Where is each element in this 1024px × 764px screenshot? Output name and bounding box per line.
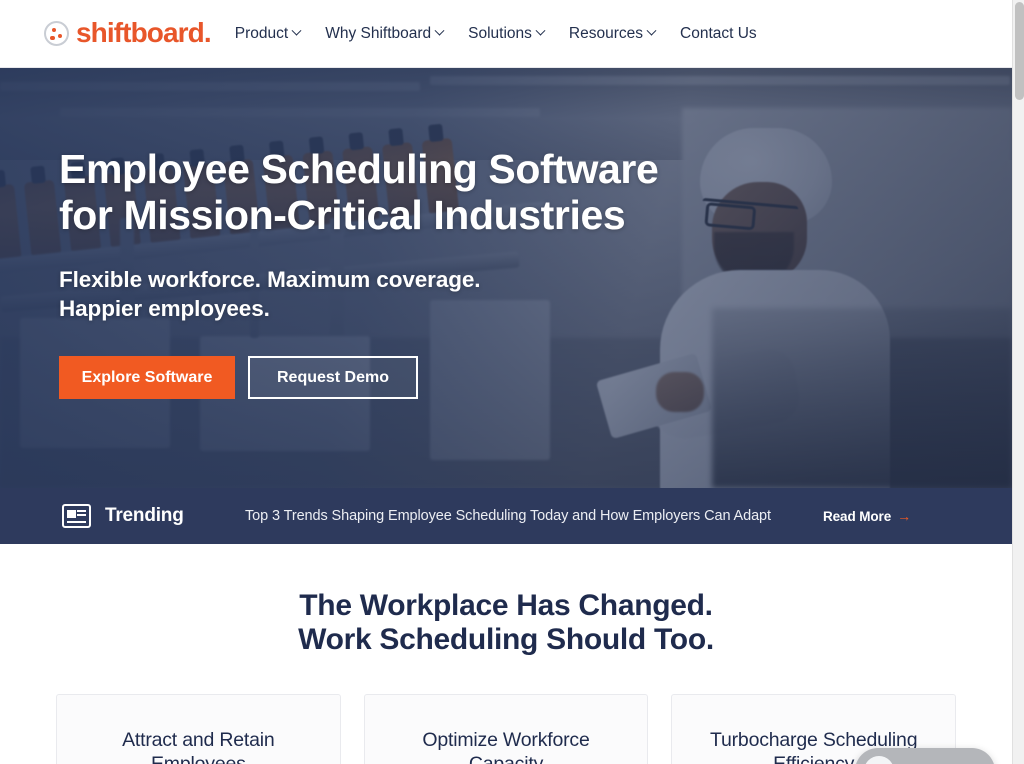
hero-cta-group: Explore Software Request Demo bbox=[59, 356, 679, 400]
scrollbar-thumb[interactable] bbox=[1014, 2, 1024, 100]
page-scrollbar[interactable] bbox=[1012, 0, 1024, 764]
workplace-changed-section: The Workplace Has Changed. Work Scheduli… bbox=[0, 544, 1012, 764]
hero-subtitle-line1: Flexible workforce. Maximum coverage. bbox=[59, 266, 481, 292]
trending-headline[interactable]: Top 3 Trends Shaping Employee Scheduling… bbox=[245, 508, 771, 524]
nav-item-why-shiftboard[interactable]: Why Shiftboard bbox=[325, 24, 445, 43]
trending-bar: Trending Top 3 Trends Shaping Employee S… bbox=[0, 488, 1012, 544]
hero-subtitle: Flexible workforce. Maximum coverage. Ha… bbox=[59, 265, 679, 324]
nav-label-contact-us: Contact Us bbox=[680, 24, 757, 42]
shiftboard-logo[interactable]: shiftboard. bbox=[44, 16, 212, 48]
hero-title: Employee Scheduling Software for Mission… bbox=[59, 146, 679, 239]
section-title-line2: Work Scheduling Should Too. bbox=[298, 622, 714, 656]
nav-item-resources[interactable]: Resources bbox=[568, 24, 657, 43]
benefit-card-optimize-capacity[interactable]: Optimize Workforce Capacity bbox=[363, 693, 649, 764]
chevron-down-icon bbox=[291, 25, 302, 36]
benefit-cards: Attract and Retain Employees Optimize Wo… bbox=[0, 693, 1012, 764]
benefit-card-attract-retain[interactable]: Attract and Retain Employees bbox=[56, 693, 341, 764]
shiftboard-dots-logo-icon bbox=[44, 21, 69, 46]
nav-label-why-shiftboard: Why Shiftboard bbox=[325, 24, 432, 42]
read-more-link[interactable]: Read More → bbox=[823, 509, 911, 524]
card-title: Attract and Retain Employees bbox=[57, 729, 340, 764]
nav-label-solutions: Solutions bbox=[468, 24, 532, 42]
chevron-down-icon bbox=[646, 25, 657, 36]
card-title-line2: Capacity bbox=[468, 752, 544, 764]
nav-item-product[interactable]: Product bbox=[234, 24, 302, 43]
logo-text: shiftboard. bbox=[76, 16, 212, 48]
main-nav: Product Why Shiftboard Solutions Resourc… bbox=[235, 25, 757, 43]
card-title: Optimize Workforce Capacity bbox=[365, 729, 648, 764]
trending-left-group: Trending bbox=[62, 504, 184, 528]
chat-widget[interactable] bbox=[855, 748, 995, 764]
nav-item-solutions[interactable]: Solutions bbox=[468, 24, 546, 43]
hero-subtitle-line2: Happier employees. bbox=[59, 296, 270, 322]
card-title-line1: Attract and Retain bbox=[122, 728, 275, 751]
request-demo-button[interactable]: Request Demo bbox=[248, 356, 418, 400]
hero-title-line1: Employee Scheduling Software bbox=[59, 146, 659, 192]
chevron-down-icon bbox=[434, 25, 445, 36]
trending-label: Trending bbox=[105, 505, 184, 526]
site-header: shiftboard. Product Why Shiftboard Solut… bbox=[0, 0, 1012, 68]
card-title-line1: Optimize Workforce bbox=[422, 728, 590, 751]
chat-avatar-icon bbox=[864, 756, 894, 764]
hero-content: Employee Scheduling Software for Mission… bbox=[59, 146, 679, 400]
arrow-right-icon: → bbox=[897, 508, 912, 524]
read-more-label: Read More bbox=[823, 508, 892, 524]
hero-section: Employee Scheduling Software for Mission… bbox=[0, 68, 1012, 488]
section-title: The Workplace Has Changed. Work Scheduli… bbox=[0, 589, 1012, 657]
card-title-line2: Efficiency bbox=[773, 752, 855, 764]
newspaper-icon bbox=[62, 504, 91, 528]
nav-label-product: Product bbox=[234, 24, 289, 42]
section-title-line1: The Workplace Has Changed. bbox=[299, 589, 713, 622]
hero-title-line2: for Mission-Critical Industries bbox=[59, 192, 626, 239]
card-title-line2: Employees bbox=[151, 752, 246, 764]
page-root: shiftboard. Product Why Shiftboard Solut… bbox=[0, 0, 1012, 764]
explore-software-button[interactable]: Explore Software bbox=[59, 356, 235, 400]
nav-item-contact-us[interactable]: Contact Us bbox=[680, 25, 757, 43]
nav-label-resources: Resources bbox=[568, 24, 644, 42]
chevron-down-icon bbox=[535, 25, 546, 36]
